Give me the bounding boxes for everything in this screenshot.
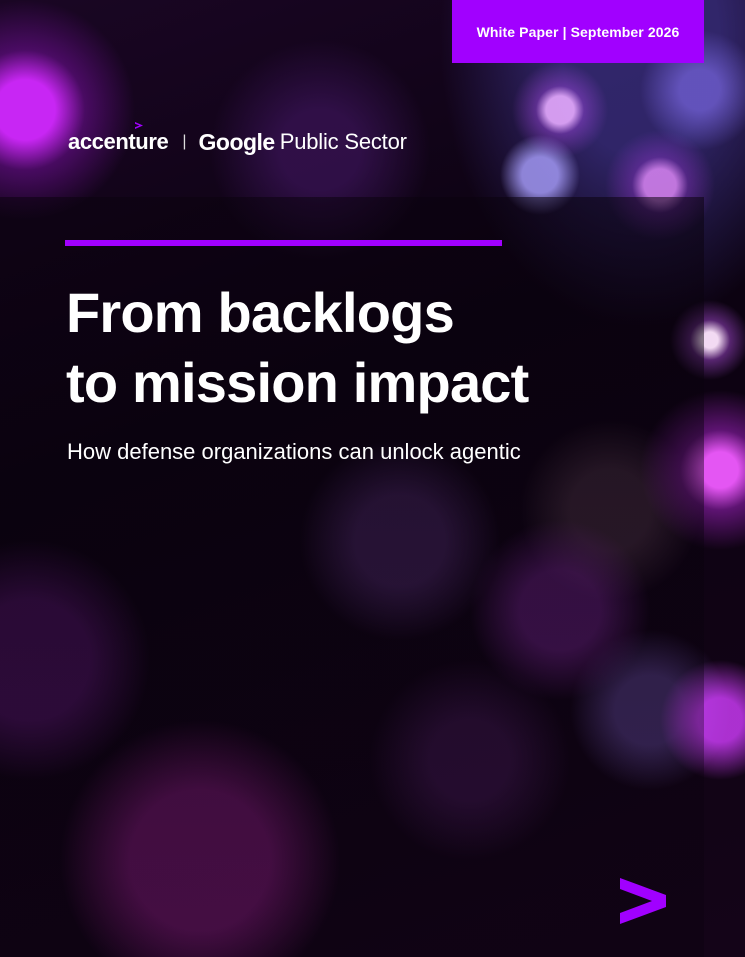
page-subtitle: How defense organizations can unlock age…: [67, 439, 521, 464]
accenture-caret-icon: [135, 122, 143, 129]
accent-rule: [65, 240, 502, 246]
accenture-wordmark: accenture: [68, 129, 169, 154]
title-line-1: From backlogs: [66, 281, 455, 344]
title-line-2: to mission impact: [66, 351, 529, 414]
partner-logos: accenture | Google Public Sector: [68, 122, 407, 162]
accenture-logo: accenture: [68, 122, 169, 155]
accenture-greater-than-icon: [620, 878, 666, 924]
badge-text: White Paper | September 2026: [476, 23, 680, 40]
public-sector-wordmark: Public Sector: [279, 129, 407, 154]
page-title: From backlogs to mission impact: [66, 278, 529, 418]
document-type-badge: White Paper | September 2026: [452, 0, 704, 63]
logo-separator: |: [182, 133, 187, 150]
google-wordmark: Google: [198, 128, 276, 155]
